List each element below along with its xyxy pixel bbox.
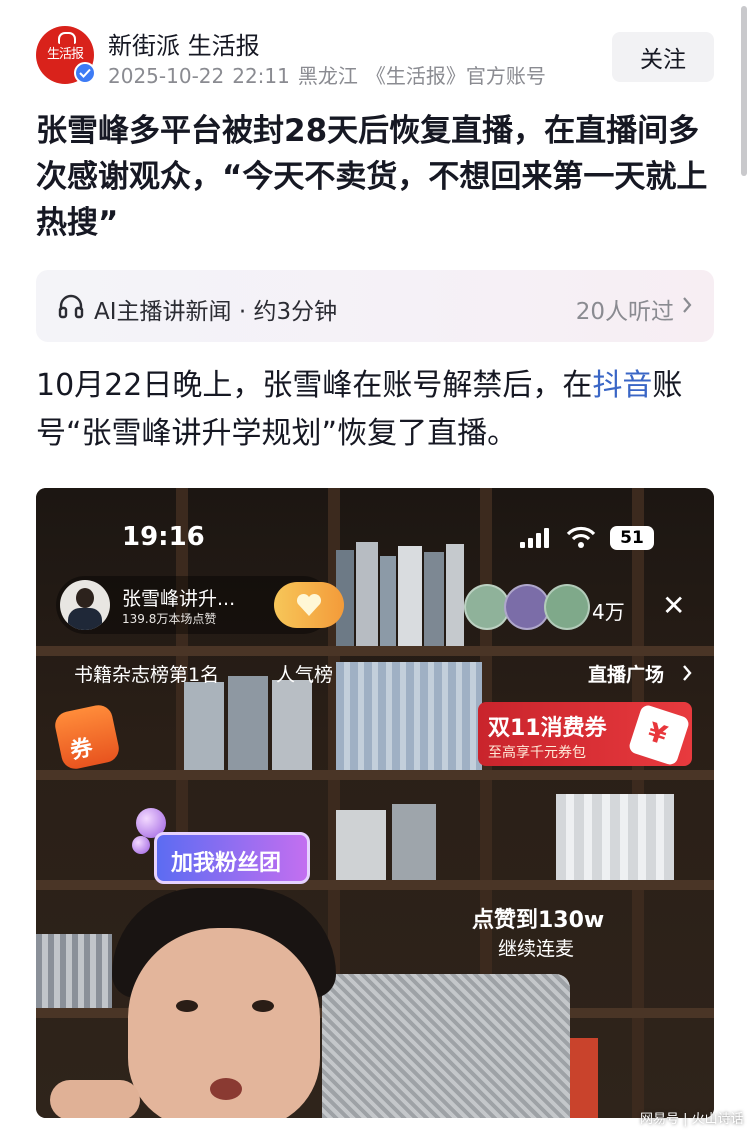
book-stack	[336, 658, 486, 770]
livestream-screenshot[interactable]: 19:16 51 张雪峰讲升... 139.8万本场点赞 4万 ✕ 书籍杂志榜第…	[36, 488, 714, 1118]
verified-icon	[74, 62, 96, 84]
post-region: 黑龙江	[297, 64, 358, 88]
streamer	[102, 888, 346, 1118]
yuan-icon: ¥	[627, 703, 691, 767]
host-name: 张雪峰讲升...	[122, 588, 236, 610]
promo-banner[interactable]: 双11消费券 至高享千元券包 ¥	[478, 702, 692, 767]
ai-audio-bar[interactable]: AI主播讲新闻 · 约3分钟 20人听过	[36, 270, 714, 342]
close-icon[interactable]: ✕	[662, 592, 685, 620]
like-goal-subtext: 继续连麦	[498, 938, 575, 960]
fan-club-badge[interactable]: 加我粉丝团	[154, 832, 310, 884]
host-info-pill[interactable]: 张雪峰讲升... 139.8万本场点赞	[56, 576, 344, 634]
coupon-icon[interactable]: 券	[52, 702, 122, 772]
viewer-avatar[interactable]	[544, 584, 590, 630]
book-stack	[556, 788, 676, 880]
post-date: 2025-10-22	[108, 64, 225, 88]
wifi-icon	[566, 526, 596, 548]
audio-label: AI主播讲新闻 · 约3分钟	[94, 299, 338, 325]
live-plaza-link[interactable]: 直播广场	[588, 660, 664, 687]
host-follow-button[interactable]	[274, 582, 344, 628]
streamer-hand	[50, 1080, 140, 1118]
book-stack	[336, 800, 436, 880]
viewer-count[interactable]: 4万	[592, 596, 625, 625]
rank-label[interactable]: 书籍杂志榜第1名	[74, 660, 219, 687]
like-goal-text: 点赞到130w	[472, 908, 605, 933]
article-title: 张雪峰多平台被封28天后恢复直播，在直播间多次感谢观众，“今天不卖货，不想回来第…	[36, 113, 708, 241]
coupon-label: 券	[68, 735, 95, 765]
signal-icon	[520, 528, 549, 548]
host-likes: 139.8万本场点赞	[122, 612, 217, 626]
page-scrollbar[interactable]	[741, 6, 747, 176]
post-time: 22:11	[232, 64, 290, 88]
fan-club-label: 加我粉丝团	[171, 851, 282, 876]
article-paragraph: 10月22日晚上，张雪峰在账号解禁后，在抖音账号“张雪峰讲升学规划”恢复了直播。	[36, 362, 726, 458]
host-avatar[interactable]	[60, 580, 110, 630]
author-name[interactable]: 新街派 生活报	[108, 26, 260, 61]
logo-text: 生活报	[46, 47, 84, 62]
promo-subtitle: 至高享千元券包	[488, 745, 586, 761]
battery-indicator: 51	[610, 526, 654, 550]
office-chair	[322, 974, 570, 1118]
paragraph-text-1: 10月22日晚上，张雪峰在账号解禁后，在	[36, 368, 593, 403]
status-time: 19:16	[122, 522, 205, 552]
promo-title: 双11消费券	[488, 716, 607, 741]
headphones-icon	[58, 294, 84, 319]
chevron-right-icon	[683, 665, 692, 681]
source-watermark: 网易号 | 火山诗话	[640, 1112, 744, 1127]
disco-ball-icon	[132, 836, 150, 854]
article-header: 生活报 新街派 生活报 2025-10-22 22:11 黑龙江 《生活报》官方账号 …	[36, 24, 714, 88]
shelf-board	[36, 770, 714, 780]
heart-icon	[296, 593, 322, 616]
account-description: 《生活报》官方账号	[365, 64, 546, 88]
listen-count: 20人听过	[575, 299, 674, 325]
follow-button[interactable]: 关注	[612, 32, 714, 82]
shelf-board	[36, 646, 714, 656]
chevron-right-icon	[683, 297, 692, 313]
douyin-link[interactable]: 抖音	[592, 368, 652, 403]
popularity-label[interactable]: 人气榜	[276, 660, 333, 687]
post-meta: 2025-10-22 22:11 黑龙江 《生活报》官方账号	[108, 60, 554, 89]
book-stack	[336, 538, 466, 646]
